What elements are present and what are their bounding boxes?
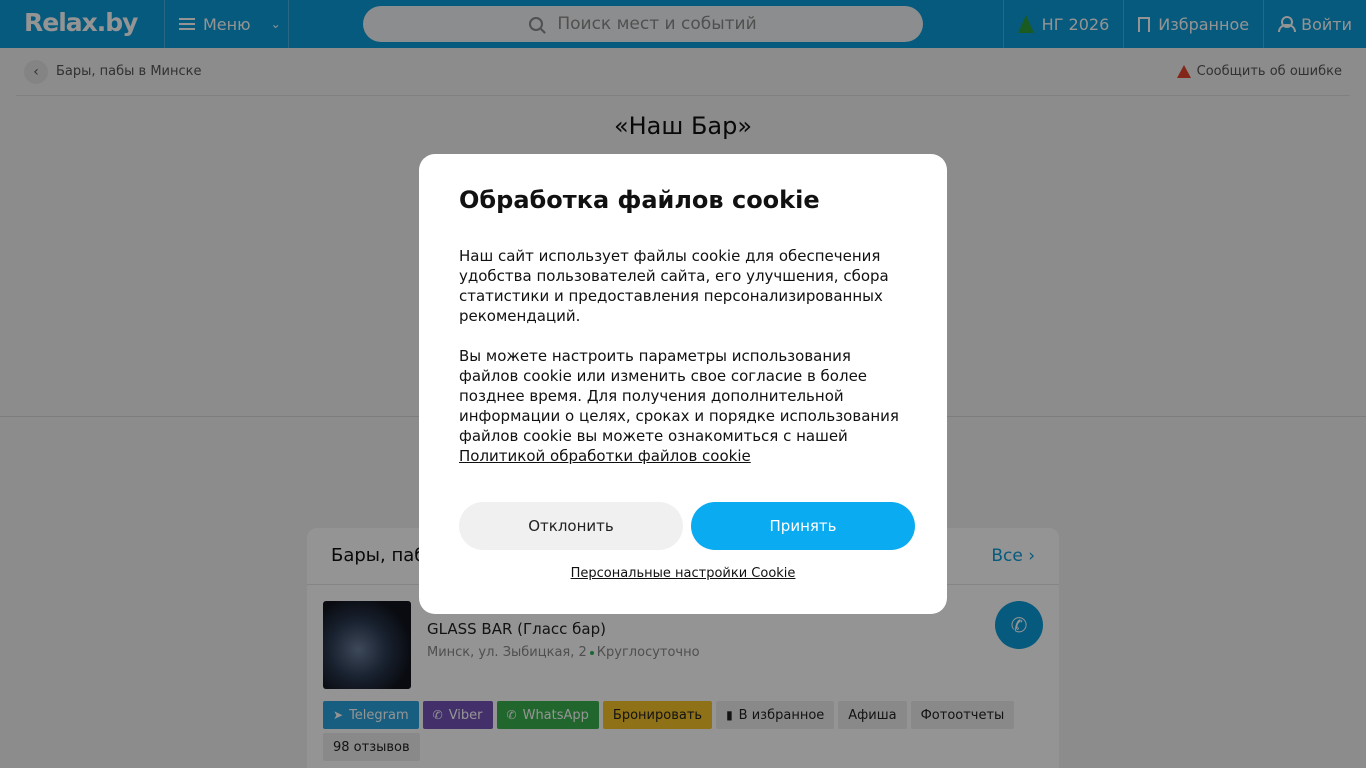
cookie-policy-link[interactable]: Политикой обработки файлов cookie xyxy=(459,447,751,465)
cookie-dialog-title: Обработка файлов cookie xyxy=(459,186,820,214)
cookie-text-1: Наш сайт использует файлы cookie для обе… xyxy=(459,247,889,325)
accept-button[interactable]: Принять xyxy=(691,502,915,550)
decline-button[interactable]: Отклонить xyxy=(459,502,683,550)
cookie-buttons: Отклонить Принять xyxy=(459,502,915,550)
personal-cookie-settings-link[interactable]: Персональные настройки Cookie xyxy=(419,566,947,581)
cookie-dialog: Обработка файлов cookie Наш сайт использ… xyxy=(419,154,947,614)
cookie-text-2: Вы можете настроить параметры использова… xyxy=(459,347,899,465)
